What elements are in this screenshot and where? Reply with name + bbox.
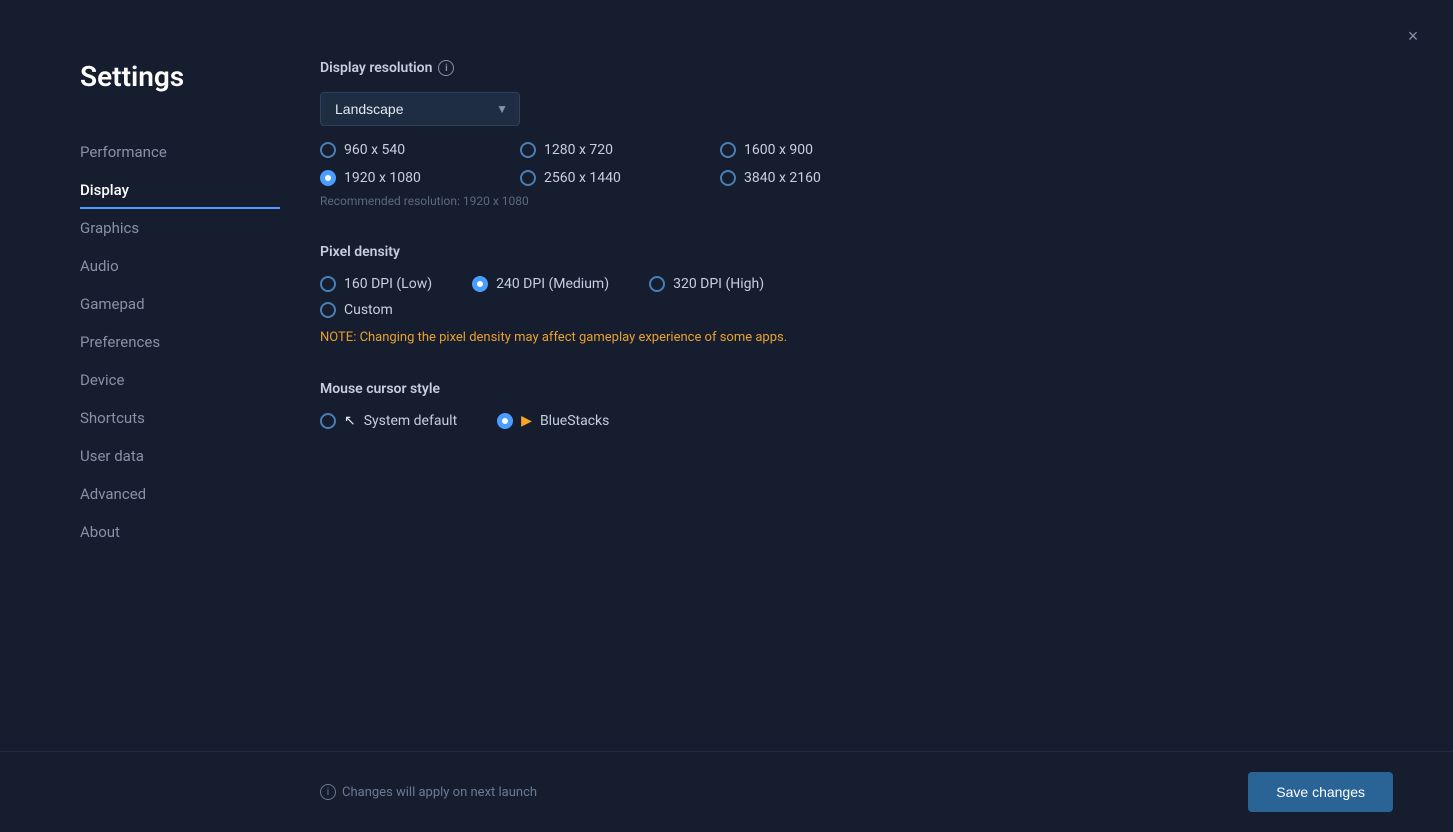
- bluestacks-cursor-icon: ▶: [521, 413, 532, 429]
- sidebar-item-preferences[interactable]: Preferences: [80, 323, 280, 361]
- content-area: Settings Performance Display Graphics Au…: [0, 0, 1453, 751]
- radio-circle-1280x720: [520, 142, 536, 158]
- footer-note: i Changes will apply on next launch: [320, 784, 537, 800]
- sidebar-item-gamepad[interactable]: Gamepad: [80, 285, 280, 323]
- footer-note-text: Changes will apply on next launch: [342, 785, 537, 800]
- radio-circle-160dpi: [320, 276, 336, 292]
- dpi-160-label: 160 DPI (Low): [344, 276, 432, 292]
- mouse-cursor-title: Mouse cursor style: [320, 381, 1393, 397]
- sidebar-item-performance[interactable]: Performance: [80, 133, 280, 171]
- settings-dialog: × Settings Performance Display Graphics …: [0, 0, 1453, 832]
- resolution-1920x1080[interactable]: 1920 x 1080: [320, 170, 520, 186]
- sidebar-item-user-data[interactable]: User data: [80, 437, 280, 475]
- resolution-info-icon[interactable]: i: [438, 60, 454, 76]
- close-button[interactable]: ×: [1397, 20, 1429, 52]
- resolution-960x540[interactable]: 960 x 540: [320, 142, 520, 158]
- resolution-label-1920x1080: 1920 x 1080: [344, 170, 421, 186]
- radio-circle-2560x1440: [520, 170, 536, 186]
- sidebar-item-advanced[interactable]: Advanced: [80, 475, 280, 513]
- cursor-bluestacks[interactable]: ▶ BlueStacks: [497, 413, 609, 429]
- cursor-options: ↖ System default ▶ BlueStacks: [320, 413, 1393, 429]
- sidebar-item-audio[interactable]: Audio: [80, 247, 280, 285]
- resolution-options: 960 x 540 1280 x 720 1600 x 900 1920 x 1…: [320, 142, 920, 186]
- sidebar-item-display[interactable]: Display: [80, 171, 280, 209]
- dpi-240[interactable]: 240 DPI (Medium): [472, 276, 609, 292]
- system-cursor-icon: ↖: [344, 413, 356, 429]
- dpi-custom-label: Custom: [344, 302, 393, 318]
- resolution-label-960x540: 960 x 540: [344, 142, 405, 158]
- footer-info-icon: i: [320, 784, 336, 800]
- dpi-320[interactable]: 320 DPI (High): [649, 276, 764, 292]
- resolution-section-title: Display resolution i: [320, 60, 1393, 76]
- resolution-3840x2160[interactable]: 3840 x 2160: [720, 170, 920, 186]
- dpi-custom[interactable]: Custom: [320, 302, 1393, 318]
- sidebar-nav: Performance Display Graphics Audio Gamep…: [80, 133, 280, 551]
- radio-circle-320dpi: [649, 276, 665, 292]
- cursor-bluestacks-label: BlueStacks: [540, 413, 609, 429]
- sidebar: Settings Performance Display Graphics Au…: [0, 60, 280, 751]
- radio-circle-3840x2160: [720, 170, 736, 186]
- resolution-label-3840x2160: 3840 x 2160: [744, 170, 821, 186]
- pixel-density-note: NOTE: Changing the pixel density may aff…: [320, 330, 1393, 345]
- radio-circle-960x540: [320, 142, 336, 158]
- save-changes-button[interactable]: Save changes: [1248, 772, 1393, 812]
- resolution-label-1280x720: 1280 x 720: [544, 142, 613, 158]
- dpi-custom-row: Custom: [320, 302, 1393, 318]
- resolution-1280x720[interactable]: 1280 x 720: [520, 142, 720, 158]
- orientation-select[interactable]: Landscape: [320, 92, 520, 126]
- radio-circle-bluestacks-cursor: [497, 413, 513, 429]
- resolution-label-2560x1440: 2560 x 1440: [544, 170, 621, 186]
- mouse-cursor-section: Mouse cursor style ↖ System default ▶ Bl…: [320, 381, 1393, 429]
- cursor-system-default[interactable]: ↖ System default: [320, 413, 457, 429]
- pixel-density-section: Pixel density 160 DPI (Low) 240 DPI (Med…: [320, 244, 1393, 345]
- radio-circle-1600x900: [720, 142, 736, 158]
- radio-circle-custom-dpi: [320, 302, 336, 318]
- sidebar-item-device[interactable]: Device: [80, 361, 280, 399]
- footer: i Changes will apply on next launch Save…: [0, 751, 1453, 832]
- sidebar-item-shortcuts[interactable]: Shortcuts: [80, 399, 280, 437]
- cursor-system-label: System default: [364, 413, 457, 429]
- resolution-2560x1440[interactable]: 2560 x 1440: [520, 170, 720, 186]
- radio-circle-system-cursor: [320, 413, 336, 429]
- dpi-320-label: 320 DPI (High): [673, 276, 764, 292]
- radio-circle-240dpi: [472, 276, 488, 292]
- recommended-resolution-text: Recommended resolution: 1920 x 1080: [320, 194, 1393, 208]
- display-resolution-section: Display resolution i Landscape ▼ 960 x 5…: [320, 60, 1393, 208]
- dpi-160[interactable]: 160 DPI (Low): [320, 276, 432, 292]
- sidebar-item-about[interactable]: About: [80, 513, 280, 551]
- sidebar-item-graphics[interactable]: Graphics: [80, 209, 280, 247]
- dpi-240-label: 240 DPI (Medium): [496, 276, 609, 292]
- pixel-density-options: 160 DPI (Low) 240 DPI (Medium) 320 DPI (…: [320, 276, 1393, 292]
- radio-circle-1920x1080: [320, 170, 336, 186]
- page-title: Settings: [80, 60, 280, 93]
- main-content: Display resolution i Landscape ▼ 960 x 5…: [280, 60, 1453, 751]
- resolution-1600x900[interactable]: 1600 x 900: [720, 142, 920, 158]
- close-icon: ×: [1408, 26, 1419, 47]
- orientation-dropdown[interactable]: Landscape ▼: [320, 92, 520, 126]
- resolution-label-1600x900: 1600 x 900: [744, 142, 813, 158]
- pixel-density-title: Pixel density: [320, 244, 1393, 260]
